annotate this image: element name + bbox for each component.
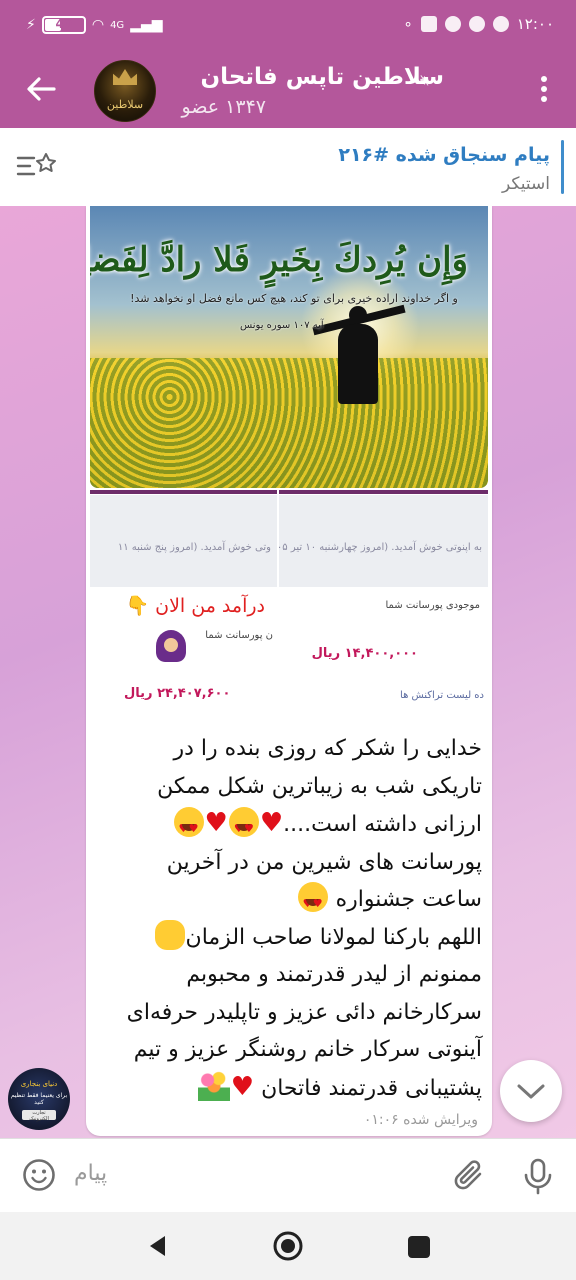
pinned-list-icon[interactable] <box>16 150 58 182</box>
message-line-text: اللهم بارکنا لمولانا صاحب الزمان <box>185 924 482 950</box>
status-left: ⚡ 40 ◠ 4G ▂▄▆ <box>26 16 163 34</box>
system-nav-bar <box>0 1212 576 1280</box>
sender-avatar[interactable]: دنیای بنجاری برای یعنیما فقط تنظیم کنید … <box>8 1068 70 1130</box>
message-photo[interactable]: وَإِن يُرِدكَ بِخَيرٍ فَلا رادَّ لِفَضلِ… <box>90 206 488 488</box>
alarm-icon <box>492 16 509 32</box>
pinned-title: پیام سنجاق شده #۲۱۶ <box>338 144 550 166</box>
paperclip-icon[interactable] <box>452 1157 488 1195</box>
message-line: پشتیبانی قدرتمند فاتحان ♥ <box>102 1069 482 1108</box>
message-line: خدایی را شکر که روزی بنده را در <box>173 736 482 761</box>
balance-amount: ۲۴,۴۰۷,۶۰۰ ریال <box>124 686 231 701</box>
avatar-logo-text: سلاطین <box>106 98 144 111</box>
status-bar: ⚡ 40 ◠ 4G ▂▄▆ ∘ ۱۲:۰۰ <box>0 0 576 52</box>
message-meta: ویرایش شده ۰۱:۰۶ <box>363 1112 478 1128</box>
message-line: سرکارخانم دائی عزیز و تاپلیدر حرفه‌ای <box>126 999 482 1025</box>
status-dots: ∘ <box>403 15 413 33</box>
sender-avatar-subtitle: برای یعنیما فقط تنظیم کنید <box>10 1092 68 1106</box>
heart-eyes-icon <box>297 882 328 923</box>
clock: ۱۲:۰۰ <box>516 15 554 33</box>
message-line-text: ساعت جشنواره <box>335 887 482 912</box>
chevron-down-icon <box>517 1084 545 1099</box>
nav-back-icon[interactable] <box>146 1234 170 1258</box>
chat-title[interactable]: سلاطین تاپس فاتحان <box>201 64 444 90</box>
screenshot-welcome: وتی خوش آمدید. (امروز پنج شنبه ۱۱ <box>117 542 271 553</box>
pin-indicator <box>561 140 564 194</box>
sender-avatar-button: تجارت الکترونیک <box>22 1110 56 1122</box>
microphone-icon[interactable] <box>520 1157 556 1195</box>
heart-eyes-icon <box>228 807 259 848</box>
message-line: ممنونم از لیدر قدرتمند و محبوبم <box>186 962 482 987</box>
sender-avatar-title: دنیای بنجاری <box>20 1080 58 1088</box>
income-caption: درآمد من الان 👇 <box>125 595 265 617</box>
chat-area: وَإِن يُرِدكَ بِخَيرٍ فَلا رادَّ لِفَضلِ… <box>0 206 576 1138</box>
message-input[interactable]: پیام <box>74 1161 107 1186</box>
message-line: ارزانی داشته است....♥♥ <box>102 805 482 848</box>
screenshot-grey-panel <box>279 495 488 587</box>
message-text: خدایی را شکر که روزی بنده را در تاریکی ش… <box>102 730 482 1107</box>
message-bubble[interactable]: وَإِن يُرِدكَ بِخَيرٍ فَلا رادَّ لِفَضلِ… <box>86 206 492 1136</box>
status-right: ∘ ۱۲:۰۰ <box>403 15 554 33</box>
message-line: ساعت جشنواره <box>102 881 482 923</box>
transactions-link: ده لیست تراکنش ها <box>400 690 484 701</box>
screenshot-collage[interactable]: به اپنوتی خوش آمدید. (امروز چهارشنبه ۱۰ … <box>90 490 488 710</box>
person-silhouette <box>338 306 378 404</box>
smile-icon[interactable] <box>22 1158 56 1192</box>
charging-icon: ⚡ <box>26 17 36 33</box>
balance-label: موجودی پورسانت شما <box>385 600 480 611</box>
photo-calligraphy: وَإِن يُرِدكَ بِخَيرٍ فَلا رادَّ لِفَضلِ… <box>90 240 468 280</box>
pinned-preview: استیکر <box>502 174 550 194</box>
message-line: اللهم بارکنا لمولانا صاحب الزمان <box>102 919 482 957</box>
screenshot-welcome: به اپنوتی خوش آمدید. (امروز چهارشنبه ۱۰ … <box>279 542 482 553</box>
screenshot-right[interactable]: به اپنوتی خوش آمدید. (امروز چهارشنبه ۱۰ … <box>279 490 488 708</box>
crown-icon <box>113 69 137 85</box>
battery-icon: 40 <box>41 16 86 34</box>
member-count: ۱۳۴۷ عضو <box>181 96 267 118</box>
upload-icon <box>420 16 437 32</box>
nav-home-icon[interactable] <box>272 1230 304 1262</box>
screenshot-grey-panel <box>90 495 277 587</box>
scroll-down-button[interactable] <box>500 1060 562 1122</box>
app-icon <box>468 16 485 32</box>
network-type: 4G <box>110 19 125 31</box>
chat-header: سلاطین سلاطین تاپس فاتحان 🔇︎ ۱۳۴۷ عضو <box>0 52 576 128</box>
pinned-message-bar[interactable]: پیام سنجاق شده #۲۱۶ استیکر <box>0 128 576 207</box>
photo-verse: آیه ۱۰۷ سوره یونس <box>240 320 324 331</box>
woman-icon <box>156 630 186 662</box>
battery-level: 40 <box>55 17 73 31</box>
message-line: پورسانت های شیرین من در آخرین <box>166 849 482 875</box>
photo-translation: و اگر خداوند اراده خیری برای تو کند، هیچ… <box>130 292 458 305</box>
heart-icon: ♥ <box>230 1071 255 1102</box>
message-line: تاریکی شب به زیباترین شکل ممکن <box>157 773 482 799</box>
composer: پیام <box>0 1138 576 1213</box>
shield-icon <box>444 16 461 32</box>
group-avatar[interactable]: سلاطین <box>94 60 156 122</box>
raised-hands-icon <box>154 919 185 950</box>
balance-label: ن پورسانت شما <box>205 630 273 641</box>
wifi-icon: ◠ <box>91 17 105 33</box>
flower-field <box>90 358 488 488</box>
arrow-left-icon[interactable] <box>24 74 58 104</box>
more-vertical-icon[interactable] <box>540 76 548 104</box>
signal-icon: ▂▄▆ <box>130 17 163 33</box>
balance-amount: ۱۴,۴۰۰,۰۰۰ ریال <box>311 646 418 661</box>
muted-speaker-icon: 🔇︎ <box>420 71 430 89</box>
nav-recents-icon[interactable] <box>408 1236 430 1258</box>
screenshot-header-band <box>279 490 488 494</box>
message-line: آینوتی سرکار خانم روشنگر عزیز و تیم <box>133 1037 482 1062</box>
screenshot-left[interactable]: وتی خوش آمدید. (امروز پنج شنبه ۱۱ درآمد … <box>90 490 277 708</box>
message-line-text: ارزانی داشته است.... <box>283 812 482 837</box>
message-line-text: پشتیبانی قدرتمند فاتحان <box>261 1075 482 1101</box>
heart-icon: ♥ <box>204 808 228 838</box>
heart-eyes-icon <box>173 807 204 848</box>
screenshot-header-band <box>90 490 277 494</box>
bouquet-icon <box>197 1070 230 1101</box>
heart-icon: ♥ <box>259 808 284 838</box>
